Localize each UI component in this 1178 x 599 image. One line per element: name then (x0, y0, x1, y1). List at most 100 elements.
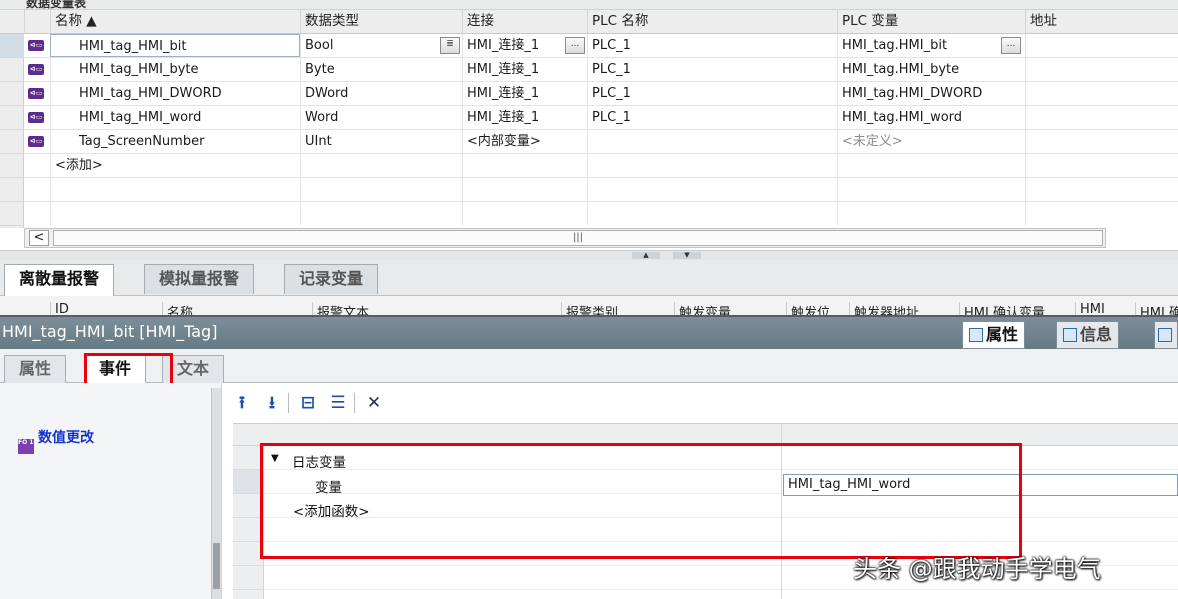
table-row[interactable]: ⊲▭ HMI_tag_HMI_byte Byte HMI_连接_1 PLC_1 … (24, 58, 1178, 82)
column-header-datatype[interactable]: 数据类型 (300, 10, 462, 34)
datatype-cell[interactable]: Word (300, 106, 462, 129)
plc-name-cell[interactable] (587, 130, 837, 153)
table-row[interactable]: ⊲▭ HMI_tag_HMI_DWORD DWord HMI_连接_1 PLC_… (24, 82, 1178, 106)
tag-name-cell[interactable]: Tag_ScreenNumber (50, 130, 300, 153)
empty-row (24, 202, 1178, 226)
plc-name-cell[interactable]: PLC_1 (587, 82, 837, 105)
alarm-column-header[interactable]: 触发位 (786, 302, 830, 315)
splitter-down-icon[interactable]: ▼ (673, 252, 701, 259)
collapse-icon[interactable]: ⊟ (298, 393, 318, 413)
datatype-cell[interactable]: DWord (300, 82, 462, 105)
address-cell[interactable] (1025, 34, 1178, 57)
alarm-column-header[interactable]: 触发变量 (674, 302, 731, 315)
plc-name-cell[interactable]: PLC_1 (587, 58, 837, 81)
scrollbar-thumb[interactable]: ||| (53, 230, 1103, 246)
function-list-toolbar: ⭱ ⭳ ⊟ ☰ ✕ (226, 389, 1178, 419)
hmi-tag-icon: ⊲▭ (28, 112, 44, 123)
tag-name-cell[interactable]: HMI_tag_HMI_byte (50, 58, 300, 81)
alarm-column-header[interactable]: ID (50, 302, 69, 315)
address-cell[interactable] (1025, 58, 1178, 81)
row-select-header[interactable] (0, 10, 24, 34)
datatype-cell[interactable]: Byte (300, 58, 462, 81)
tab-analog-alarms[interactable]: 模拟量报警 (144, 264, 255, 294)
hmi-tag-icon: ⊲▭ (28, 40, 44, 51)
inspector-title: HMI_tag_HMI_bit [HMI_Tag] (2, 322, 218, 341)
address-cell[interactable] (1025, 130, 1178, 153)
hmi-tag-icon: ⊲▭ (28, 64, 44, 75)
alarm-column-header[interactable]: 报警文本 (312, 302, 369, 315)
alarm-column-header[interactable]: HMI 确认变量 (959, 302, 1045, 315)
tag-table-body: ⊲▭ HMI_tag_HMI_bit Bool ≣ HMI_连接_1 ... P… (0, 34, 1178, 228)
table-row[interactable]: ⊲▭ Tag_ScreenNumber UInt <内部变量> <未定义> (24, 130, 1178, 154)
datatype-cell[interactable]: Bool (300, 34, 462, 57)
connection-browse-button[interactable]: ... (565, 37, 585, 54)
move-up-icon[interactable]: ⭱ (232, 393, 252, 413)
alarm-column-header[interactable]: 名称 (162, 302, 193, 315)
table-row[interactable]: ⊲▭ HMI_tag_HMI_word Word HMI_连接_1 PLC_1 … (24, 106, 1178, 130)
alarm-column-header[interactable]: HMI 确 (1135, 302, 1178, 315)
address-cell[interactable] (1025, 106, 1178, 129)
tab-logging-tags[interactable]: 记录变量 (284, 264, 379, 294)
address-cell[interactable] (1025, 82, 1178, 105)
hmi-tag-icon: ⊲▭ (28, 88, 44, 99)
alarm-tab-bar: 离散量报警 模拟量报警 记录变量 (0, 260, 1178, 296)
hmi-tag-icon: ⊲▭ (28, 136, 44, 147)
column-header-name[interactable]: 名称 ▲ (50, 10, 300, 34)
delete-icon[interactable]: ✕ (364, 393, 384, 413)
plc-name-cell[interactable]: PLC_1 (587, 106, 837, 129)
connection-cell[interactable]: <内部变量> (462, 130, 587, 153)
add-tag-cell[interactable]: <添加> (50, 154, 300, 177)
inspector-title-bar: HMI_tag_HMI_bit [HMI_Tag] 属性 信息 (0, 315, 1178, 349)
column-header-plc-name[interactable]: PLC 名称 (587, 10, 837, 34)
plc-name-cell[interactable]: PLC_1 (587, 34, 837, 57)
column-header-connection[interactable]: 连接 (462, 10, 587, 34)
icon-column-header (24, 10, 50, 34)
column-header-address[interactable]: 地址 (1025, 10, 1178, 34)
watermark-text: 头条 @跟我动手学电气 (853, 555, 1101, 583)
plc-variable-browse-button[interactable]: ... (1001, 37, 1021, 54)
inspector-subtab-bar: 属性 事件 文本 (0, 349, 1178, 384)
plc-variable-cell[interactable]: HMI_tag.HMI_word (837, 106, 1025, 129)
alarm-column-header[interactable]: 报警类别 (561, 302, 618, 315)
tab-discrete-alarms[interactable]: 离散量报警 (4, 264, 115, 296)
subtab-properties[interactable]: 属性 (4, 355, 67, 383)
alarm-column-header[interactable]: HMI (1075, 302, 1105, 315)
connection-cell[interactable]: HMI_连接_1 (462, 82, 587, 105)
properties-icon (969, 328, 983, 342)
plc-variable-cell[interactable]: HMI_tag.HMI_byte (837, 58, 1025, 81)
table-header: 名称 ▲ 数据类型 连接 PLC 名称 PLC 变量 地址 (0, 10, 1178, 34)
plc-variable-cell[interactable]: <未定义> (837, 130, 1025, 153)
splitter-up-icon[interactable]: ▲ (632, 252, 660, 259)
toolbar-separator (288, 393, 289, 413)
tag-name-cell[interactable]: HMI_tag_HMI_word (50, 106, 300, 129)
pane-splitter[interactable]: ▲ ▼ (0, 250, 1178, 260)
table-title-strip: 数据变量表 (0, 0, 1178, 10)
horizontal-scrollbar[interactable]: < ||| (24, 228, 1106, 248)
add-row[interactable]: <添加> (24, 154, 1178, 178)
scrollbar-thumb[interactable] (213, 543, 220, 589)
tab-info[interactable]: 信息 (1056, 321, 1120, 349)
datatype-list-button[interactable]: ≣ (440, 37, 460, 54)
tag-name-cell[interactable]: HMI_tag_HMI_bit (50, 34, 300, 57)
column-header-plc-variable[interactable]: PLC 变量 (837, 10, 1025, 34)
table-row[interactable]: ⊲▭ HMI_tag_HMI_bit Bool ≣ HMI_连接_1 ... P… (24, 34, 1178, 58)
event-list-scrollbar[interactable] (211, 388, 221, 599)
move-down-icon[interactable]: ⭳ (262, 393, 282, 413)
tag-name-cell[interactable]: HMI_tag_HMI_DWORD (50, 82, 300, 105)
tab-properties[interactable]: 属性 (962, 321, 1026, 349)
empty-row (24, 178, 1178, 202)
alarm-column-header[interactable]: 触发器地址 (849, 302, 919, 315)
connection-cell[interactable]: HMI_连接_1 (462, 106, 587, 129)
datatype-cell[interactable]: UInt (300, 130, 462, 153)
plc-variable-cell[interactable]: HMI_tag.HMI_DWORD (837, 82, 1025, 105)
plc-variable-cell[interactable]: HMI_tag.HMI_bit (837, 34, 1025, 57)
alarm-table-header: ID 名称 报警文本 报警类别 触发变量 触发位 触发器地址 HMI 确认变量 … (0, 296, 1178, 315)
function-list-highlight (260, 443, 1022, 559)
info-icon (1063, 328, 1077, 342)
expand-icon[interactable]: ☰ (328, 393, 348, 413)
connection-cell[interactable]: HMI_连接_1 (462, 58, 587, 81)
tab-diagnostics[interactable] (1154, 321, 1178, 349)
event-value-change[interactable]: FO 10数值更改 (18, 427, 94, 454)
scroll-left-arrow-icon[interactable]: < (29, 230, 49, 246)
diagnostics-icon (1158, 328, 1172, 342)
